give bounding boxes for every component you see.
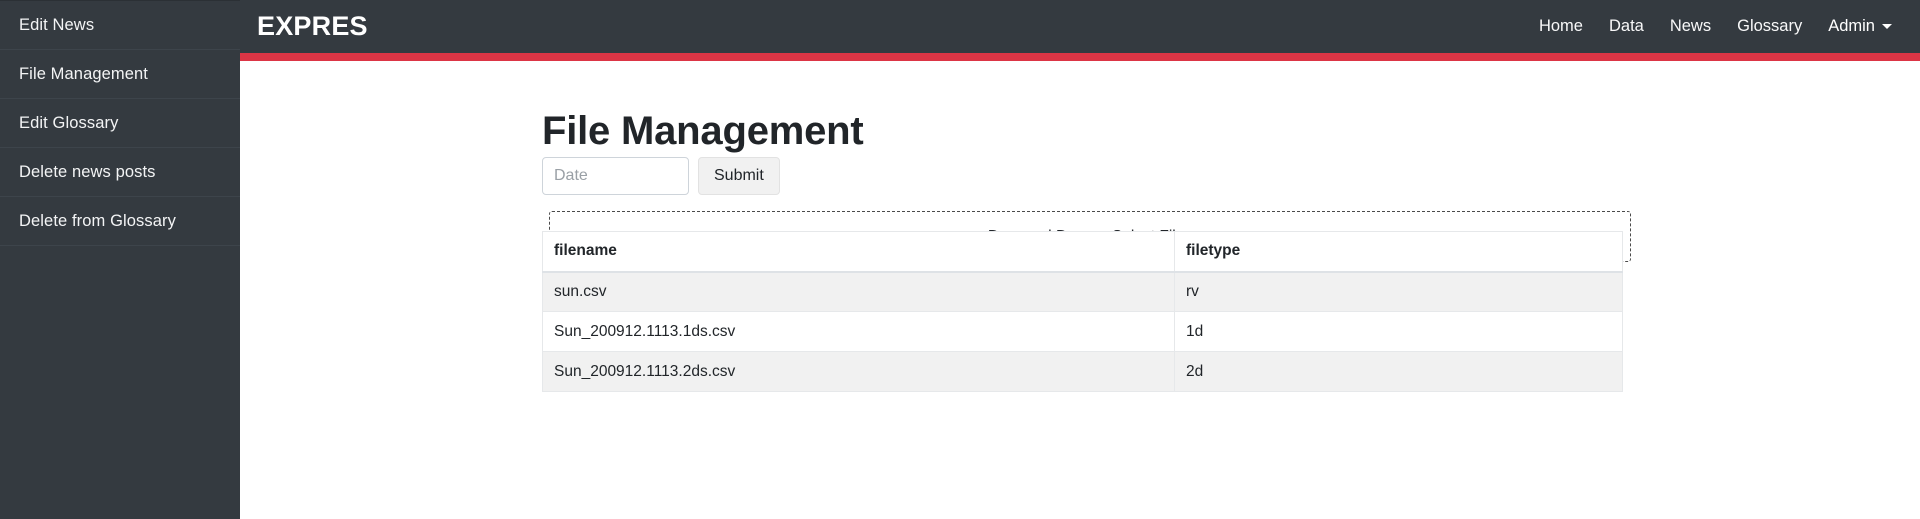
nav-dropdown-admin[interactable]: Admin [1815,17,1904,36]
nav-links: Home Data News Glossary Admin [1526,17,1920,36]
page-title: File Management [542,108,864,153]
cell-filetype: rv [1174,271,1623,312]
cell-filename: sun.csv [542,271,1175,312]
sidebar-item-delete-news-posts[interactable]: Delete news posts [0,148,240,197]
cell-filetype: 2d [1174,351,1623,392]
page-root: Edit News File Management Edit Glossary … [0,0,1920,519]
file-table-head: filename filetype [542,231,1623,273]
nav-link-data[interactable]: Data [1596,17,1657,36]
sidebar-item-label: Edit News [19,15,95,34]
date-input[interactable] [542,157,689,195]
cell-filename: Sun_200912.1113.1ds.csv [542,311,1175,352]
chevron-down-icon [1882,24,1892,29]
table-row[interactable]: sun.csv rv [542,271,1623,312]
brand-logo[interactable]: EXPRES [257,11,368,42]
sidebar-item-label: Delete news posts [19,162,156,181]
table-row[interactable]: Sun_200912.1113.1ds.csv 1d [542,311,1623,352]
cell-filetype: 1d [1174,311,1623,352]
nav-link-glossary[interactable]: Glossary [1724,17,1815,36]
submit-button[interactable]: Submit [698,157,780,195]
sidebar-item-label: Delete from Glossary [19,211,176,230]
sidebar-item-edit-news[interactable]: Edit News [0,1,240,50]
date-filter-form: Submit [542,157,780,195]
main-content: File Management Submit Drag and Drop or … [240,61,1920,519]
sidebar-item-file-management[interactable]: File Management [0,50,240,99]
nav-link-news[interactable]: News [1657,17,1724,36]
accent-bar [240,53,1920,61]
sidebar-item-edit-glossary[interactable]: Edit Glossary [0,99,240,148]
table-header-row: filename filetype [542,231,1623,273]
file-table-body: sun.csv rv Sun_200912.1113.1ds.csv 1d Su… [542,271,1623,392]
cell-filename: Sun_200912.1113.2ds.csv [542,351,1175,392]
top-navbar: EXPRES Home Data News Glossary Admin [240,0,1920,53]
nav-dropdown-label: Admin [1828,17,1875,35]
column-header-filename: filename [542,231,1175,273]
sidebar: Edit News File Management Edit Glossary … [0,0,240,519]
nav-link-home[interactable]: Home [1526,17,1596,36]
sidebar-item-label: Edit Glossary [19,113,119,132]
table-row[interactable]: Sun_200912.1113.2ds.csv 2d [542,351,1623,392]
file-table: filename filetype sun.csv rv Sun_200912.… [542,231,1623,392]
column-header-filetype: filetype [1174,231,1623,273]
sidebar-item-delete-from-glossary[interactable]: Delete from Glossary [0,197,240,246]
sidebar-item-label: File Management [19,64,148,83]
